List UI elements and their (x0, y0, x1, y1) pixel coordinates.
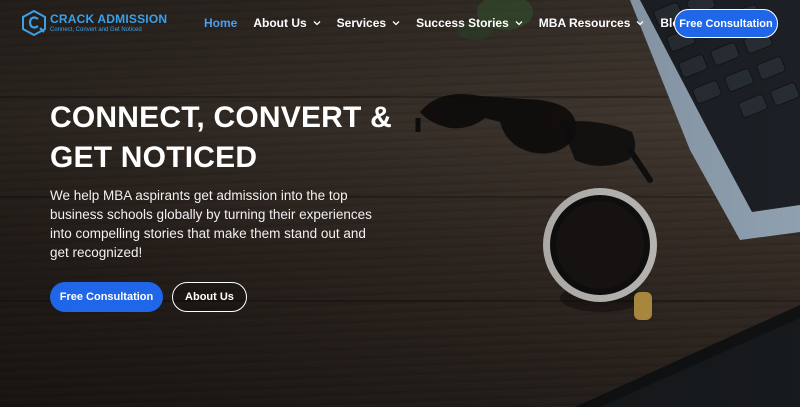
nav-item-home[interactable]: Home (204, 16, 237, 30)
chevron-down-icon (515, 21, 523, 26)
nav-item-label: MBA Resources (538, 16, 631, 30)
brand-name: CRACK ADMISSION (50, 12, 168, 26)
brand-tagline: Connect, Convert and Get Noticed (50, 27, 142, 33)
hero-about-us-button[interactable]: About Us (172, 282, 247, 312)
nav-item-label: Success Stories (416, 16, 509, 30)
nav-item-success-stories[interactable]: Success Stories (416, 16, 523, 30)
nav-item-label: Home (204, 16, 238, 30)
hero-button-group: Free Consultation About Us (50, 282, 410, 312)
nav-item-mba-resources[interactable]: MBA Resources (539, 16, 645, 30)
brand-logo[interactable]: CRACK ADMISSION Connect, Convert and Get… (22, 10, 167, 36)
chevron-down-icon (636, 21, 644, 26)
chevron-down-icon (313, 21, 321, 26)
hero-title-line-2: GET NOTICED (50, 141, 258, 174)
header-free-consultation-button[interactable]: Free Consultation (674, 9, 778, 38)
nav-item-services[interactable]: Services (337, 16, 400, 30)
hero-title: CONNECT, CONVERT & GET NOTICED (50, 98, 410, 178)
nav-item-label: Services (336, 16, 387, 30)
nav-item-label: About Us (253, 16, 307, 30)
main-nav: Home About Us Services Success Stories M… (204, 16, 710, 30)
chevron-down-icon (392, 21, 400, 26)
site-header: CRACK ADMISSION Connect, Convert and Get… (0, 0, 800, 48)
hero-title-line-1: CONNECT, CONVERT & (50, 101, 392, 134)
crack-admission-logo-icon (22, 10, 46, 36)
hero-description: We help MBA aspirants get admission into… (50, 188, 372, 260)
hero-section: CONNECT, CONVERT & GET NOTICED We help M… (50, 98, 410, 312)
hero-free-consultation-button[interactable]: Free Consultation (50, 282, 163, 312)
nav-item-about-us[interactable]: About Us (253, 16, 321, 30)
